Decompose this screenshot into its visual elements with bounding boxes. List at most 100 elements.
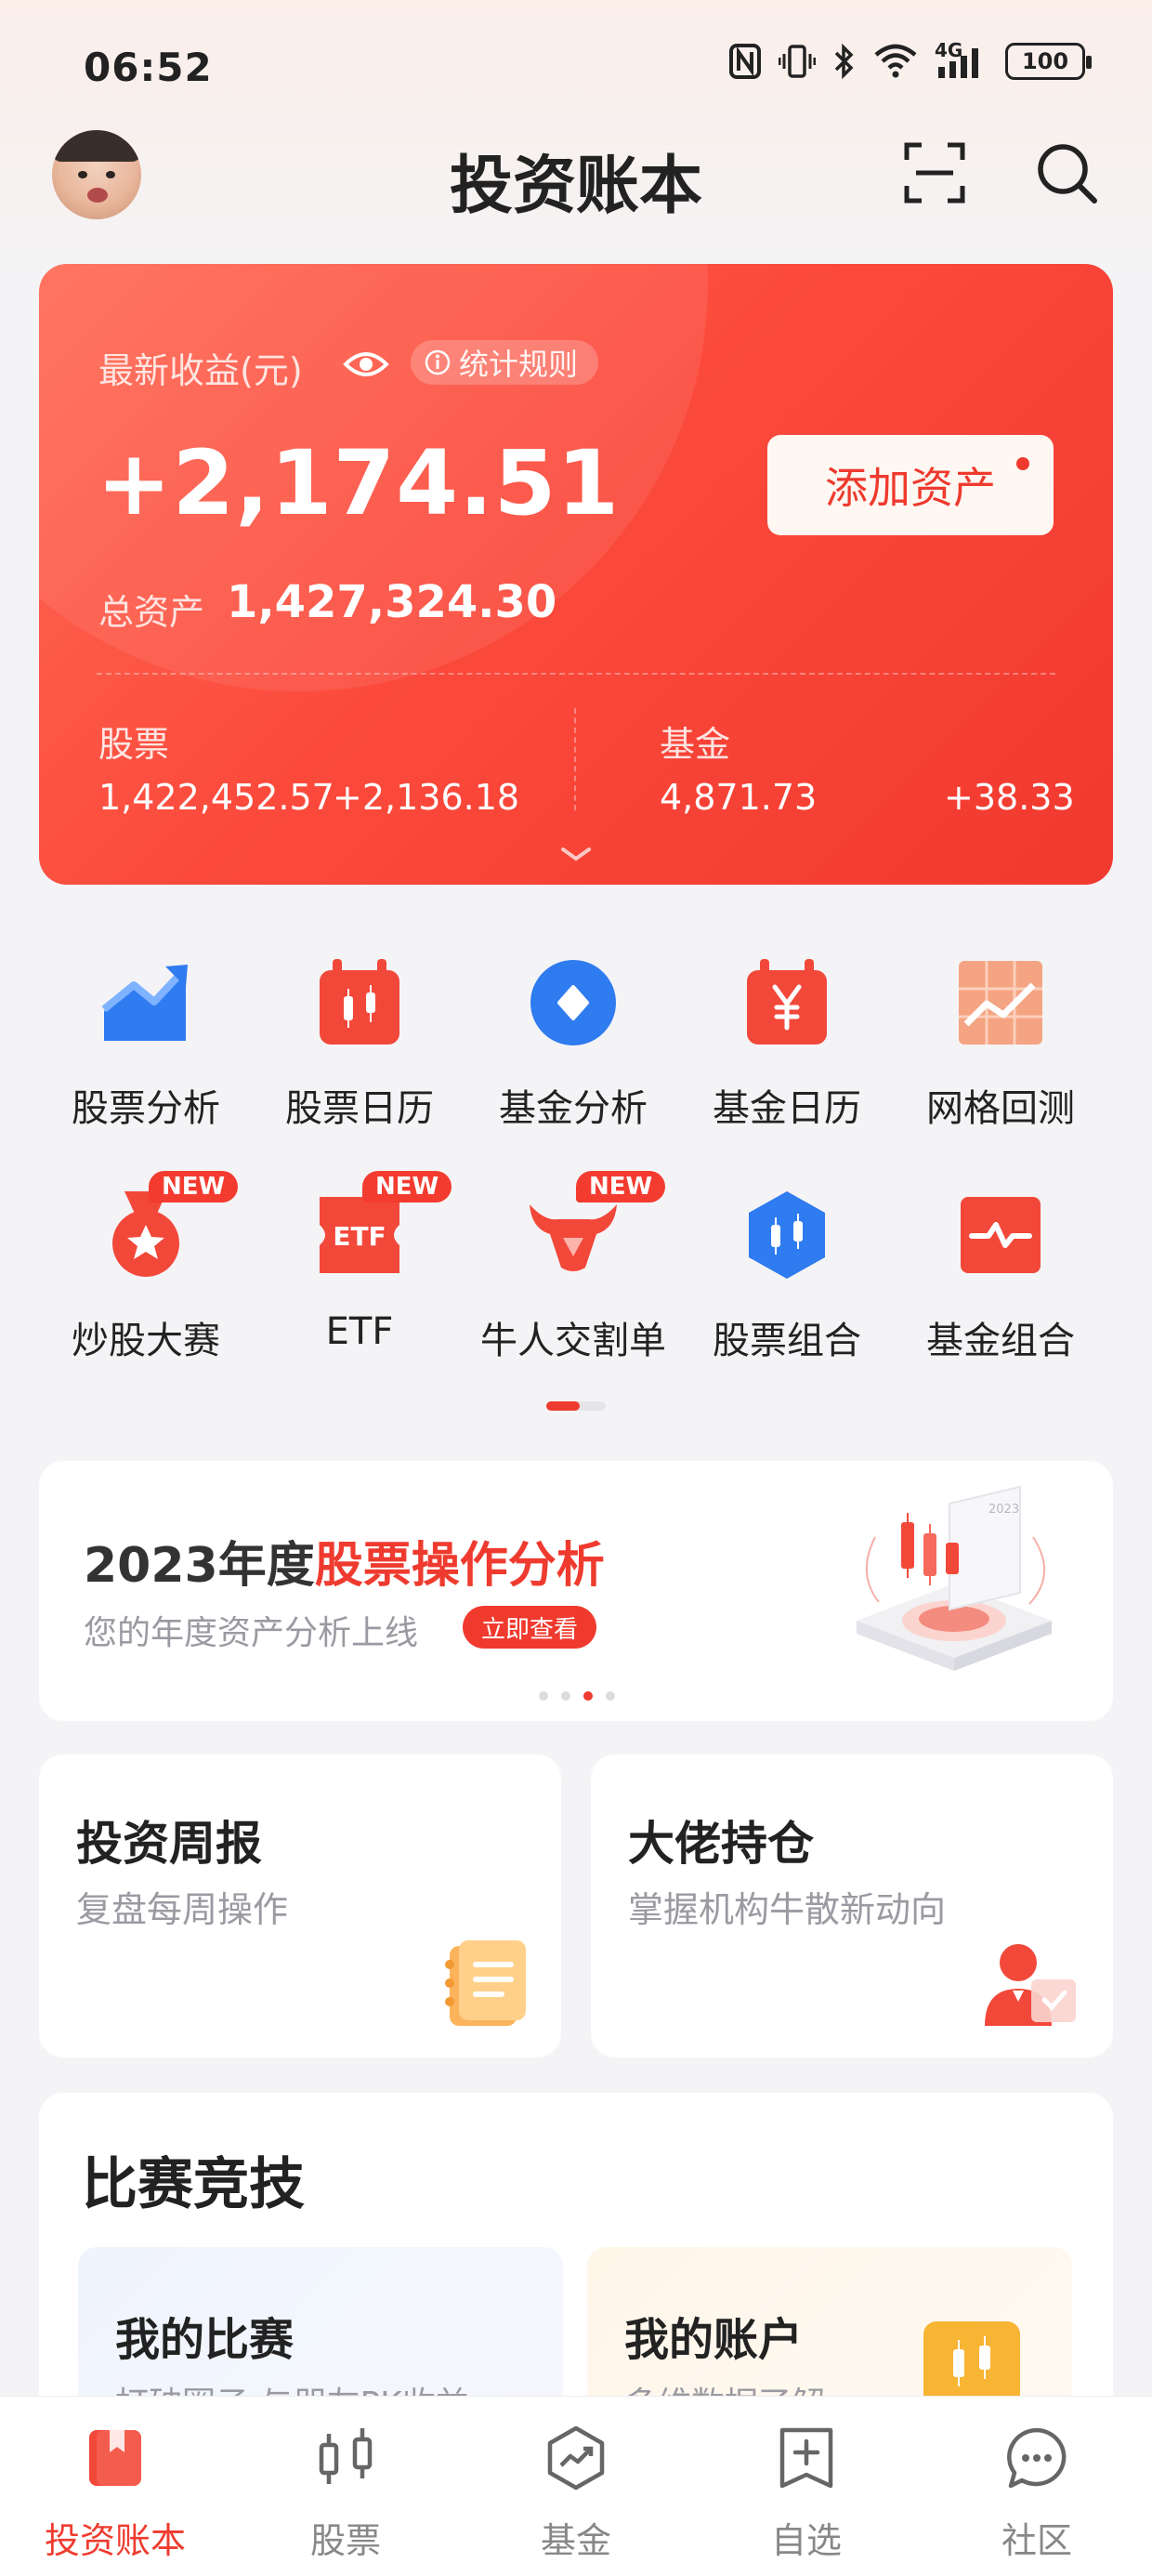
battery-icon: 100	[1005, 43, 1092, 80]
scan-icon[interactable]	[903, 141, 966, 204]
ledger-icon	[89, 2430, 141, 2486]
svg-text:ETF: ETF	[333, 1221, 386, 1252]
stocks-change: +2,136.18	[333, 777, 520, 818]
candle-calendar-icon	[320, 959, 399, 1045]
search-icon[interactable]	[1033, 139, 1100, 206]
status-bar: 06:52 4G 100	[0, 0, 1152, 130]
total-assets-label: 总资产	[98, 592, 205, 633]
banner-title: 2023年度股票操作分析	[84, 1526, 605, 1596]
nav-tab-funds[interactable]: 基金	[461, 2425, 691, 2564]
weekly-report-card[interactable]: 投资周报 复盘每周操作	[39, 1755, 561, 2057]
card-title: 大佬持仓	[628, 1817, 814, 1871]
section-heading: 比赛竞技	[82, 2152, 305, 2217]
card-subtitle: 复盘每周操作	[76, 1889, 289, 1930]
page-indicator	[546, 1401, 606, 1411]
status-icons: 4G 100	[728, 39, 1092, 80]
funds-label: 基金	[660, 724, 731, 765]
stocks-value: 1,422,452.57	[98, 777, 334, 818]
illustration-year: 2023	[988, 1503, 1019, 1517]
shortcut-stock-portfolio[interactable]: 股票组合	[680, 1171, 894, 1362]
status-time: 06:52	[84, 45, 213, 90]
pulse-box-icon	[961, 1197, 1041, 1273]
wifi-icon	[874, 44, 917, 78]
nav-tab-ledger[interactable]: 投资账本	[0, 2425, 230, 2564]
shortcut-label: 基金分析	[499, 1087, 648, 1130]
add-asset-label: 添加资产	[825, 463, 996, 513]
shortcut-stock-calendar[interactable]: 股票日历	[253, 939, 466, 1130]
funds-change: +38.33	[944, 777, 1075, 818]
grid-chart-icon	[959, 961, 1042, 1045]
shortcut-label: 炒股大赛	[72, 1320, 220, 1362]
stat-rules-button[interactable]: 统计规则	[411, 340, 599, 385]
diamond-circle-icon	[530, 960, 616, 1045]
page-title: 投资账本	[449, 150, 702, 223]
tile-title: 我的账户	[624, 2314, 804, 2366]
page-indicator-active	[546, 1401, 580, 1411]
banner-subtitle: 您的年度资产分析上线	[84, 1614, 419, 1652]
candle-hexagon-icon	[749, 1191, 825, 1279]
nav-label: 基金	[540, 2520, 611, 2561]
vibrate-icon	[779, 45, 816, 78]
income-value: +2,174.51	[97, 431, 621, 535]
annual-report-illustration: 2023	[857, 1485, 1052, 1671]
nfc-icon	[729, 44, 761, 79]
tile-title: 我的比赛	[115, 2314, 295, 2366]
shortcut-label: 股票组合	[713, 1320, 861, 1362]
shortcut-bull-trades[interactable]: NEW 牛人交割单	[466, 1171, 680, 1362]
shortcut-label: 股票日历	[285, 1087, 434, 1130]
nav-tab-stocks[interactable]: 股票	[230, 2425, 461, 2564]
new-badge: NEW	[149, 1171, 239, 1203]
shortcut-etf[interactable]: ETF NEW ETF	[253, 1171, 466, 1357]
signal-icon: 4G	[935, 39, 988, 80]
new-badge: NEW	[362, 1171, 452, 1203]
nav-label: 自选	[770, 2520, 842, 2561]
nav-tab-watchlist[interactable]: 自选	[691, 2425, 922, 2564]
shortcut-grid-backtest[interactable]: 网格回测	[894, 939, 1107, 1130]
bottom-navigation: 投资账本 股票 基金 自选 社区	[0, 2396, 1152, 2576]
shortcut-label: 股票分析	[72, 1087, 220, 1130]
nav-tab-community[interactable]: 社区	[922, 2425, 1152, 2564]
bluetooth-icon	[834, 43, 854, 80]
shortcut-label: 基金组合	[926, 1320, 1075, 1362]
stocks-label: 股票	[98, 724, 170, 765]
total-assets-value: 1,427,324.30	[227, 576, 557, 628]
income-label: 最新收益(元)	[98, 350, 303, 391]
divider	[97, 673, 1055, 675]
shortcut-stock-contest[interactable]: NEW 炒股大赛	[39, 1171, 253, 1362]
banner-title-highlight: 股票操作分析	[314, 1538, 605, 1594]
chevron-down-icon[interactable]	[559, 846, 593, 864]
nav-label: 投资账本	[44, 2520, 186, 2561]
banner-pagination	[539, 1691, 615, 1701]
nav-label: 股票	[309, 2520, 381, 2561]
investor-icon	[985, 1944, 1076, 2026]
shortcut-label: 牛人交割单	[480, 1320, 666, 1362]
info-icon	[425, 349, 451, 375]
banner-title-plain: 2023年度	[84, 1538, 315, 1594]
annual-analysis-banner[interactable]: 2023年度股票操作分析 您的年度资产分析上线 立即查看 2023	[39, 1461, 1113, 1721]
view-now-button[interactable]: 立即查看	[463, 1606, 597, 1649]
fund-trend-icon	[547, 2425, 605, 2491]
divider	[574, 708, 576, 810]
chart-up-icon	[101, 965, 188, 1041]
app-header: 投资账本	[0, 130, 1152, 232]
big-holders-card[interactable]: 大佬持仓 掌握机构牛散新动向	[591, 1755, 1113, 2057]
card-subtitle: 掌握机构牛散新动向	[628, 1889, 947, 1930]
asset-summary-card[interactable]: 最新收益(元) 统计规则 +2,174.51 添加资产 总资产 1,427,32…	[39, 264, 1113, 885]
shortcut-stock-analysis[interactable]: 股票分析	[39, 939, 253, 1130]
shortcut-fund-analysis[interactable]: 基金分析	[466, 939, 680, 1130]
add-asset-button[interactable]: 添加资产	[767, 435, 1054, 535]
shortcut-label: ETF	[325, 1310, 394, 1353]
card-title: 投资周报	[76, 1817, 262, 1871]
notification-dot	[1016, 457, 1029, 470]
watchlist-add-icon	[779, 2427, 833, 2489]
nav-label: 社区	[1001, 2520, 1072, 2561]
stat-rules-label: 统计规则	[459, 347, 579, 382]
stock-candle-icon	[319, 2428, 373, 2484]
shortcut-label: 基金日历	[713, 1087, 861, 1130]
report-icon	[445, 1940, 526, 2026]
shortcut-fund-portfolio[interactable]: 基金组合	[894, 1171, 1107, 1362]
funds-value: 4,871.73	[660, 777, 818, 818]
eye-icon[interactable]	[342, 340, 390, 388]
yen-calendar-icon	[747, 959, 827, 1045]
shortcut-fund-calendar[interactable]: 基金日历	[680, 939, 894, 1130]
